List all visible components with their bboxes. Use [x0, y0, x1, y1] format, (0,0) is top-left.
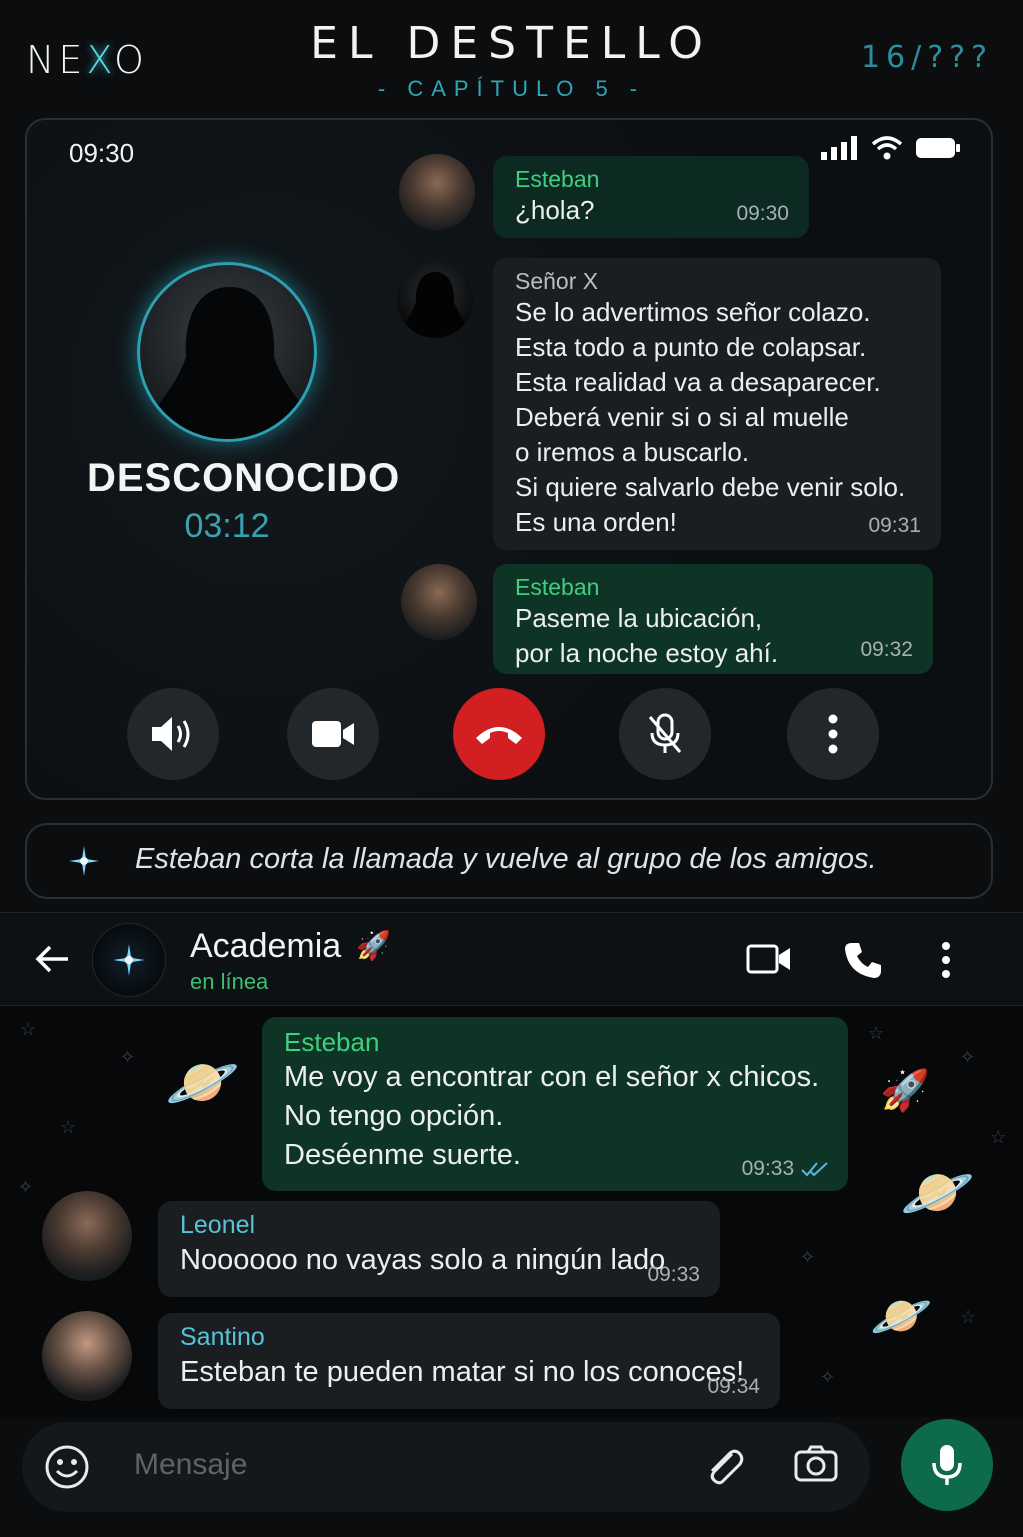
- message-time: 09:33: [647, 1263, 700, 1286]
- message-text: Esta todo a punto de colapsar.: [515, 332, 867, 362]
- message-time: 09:34: [707, 1375, 760, 1398]
- mic-off-icon: [648, 713, 682, 753]
- camera-icon[interactable]: [794, 1444, 838, 1484]
- message-sender: Esteban: [515, 166, 600, 192]
- call-duration: 03:12: [184, 507, 270, 545]
- chapter-label: - CAPÍTULO 5 -: [377, 76, 646, 101]
- message-sender: Señor X: [515, 268, 599, 294]
- doodle-star-icon: ✧: [120, 1047, 136, 1067]
- message-text: por la noche estoy ahí.: [515, 638, 779, 668]
- message-time: 09:33: [742, 1157, 830, 1181]
- hooded-figure-icon: [403, 272, 467, 338]
- message-bubble: Santino Esteban te pueden matar si no lo…: [158, 1313, 780, 1409]
- status-bar-icons: [821, 136, 961, 160]
- end-call-icon: [476, 727, 522, 744]
- group-name[interactable]: Academia: [190, 927, 341, 966]
- voice-record-button[interactable]: [901, 1419, 993, 1511]
- caller-info: DESCONOCIDO 03:12: [87, 262, 401, 546]
- chat-messages: ☆ ✧ ☆ 🪐 ✧ ☆ ✧ 🚀 🪐 ☆ ✧ 🪐 ☆ ✧ Esteban Me v…: [0, 1007, 1023, 1417]
- comic-header: NEXO EL DESTELLO - CAPÍTULO 5 - 16/???: [0, 0, 1023, 112]
- speaker-button[interactable]: [127, 688, 219, 780]
- message-time: 09:31: [868, 514, 921, 537]
- message-bubble: Señor X Se lo advertimos señor colazo. E…: [493, 258, 941, 550]
- call-screen: 09:30 DESCONOCIDO 03:12 Esteban ¿hola? 0…: [25, 118, 993, 800]
- doodle-star-icon: ☆: [20, 1019, 37, 1039]
- doodle-star-icon: ☆: [960, 1307, 977, 1327]
- phone-icon[interactable]: [844, 941, 882, 979]
- video-button[interactable]: [287, 688, 379, 780]
- message-text: Deberá venir si o si al muelle: [515, 402, 849, 432]
- message-text: Paseme la ubicación,: [515, 603, 763, 633]
- message-sender: Esteban: [284, 1027, 380, 1057]
- message-bubble: Esteban Me voy a encontrar con el señor …: [262, 1017, 848, 1191]
- message-text: Me voy a encontrar con el señor x chicos…: [284, 1061, 820, 1093]
- message-sender: Leonel: [180, 1211, 256, 1239]
- message-text: Se lo advertimos señor colazo.: [515, 297, 871, 327]
- online-status: en línea: [190, 969, 269, 994]
- message-text: o iremos a buscarlo.: [515, 437, 750, 467]
- message-bubble: Esteban Paseme la ubicación, por la noch…: [493, 564, 933, 674]
- message-bubble: Leonel Noooooo no vayas solo a ningún la…: [158, 1201, 720, 1297]
- narration-text: Esteban corta la llamada y vuelve al gru…: [135, 843, 877, 875]
- chat-header: Academia 🚀 en línea: [0, 912, 1023, 1006]
- message-text: Noooooo no vayas solo a ningún lado: [180, 1244, 666, 1276]
- speaker-icon: [152, 717, 190, 751]
- mute-button[interactable]: [619, 688, 711, 780]
- message-time: 09:32: [860, 638, 913, 661]
- message-text: Si quiere salvarlo debe venir solo.: [515, 472, 906, 502]
- hooded-figure-icon: [158, 287, 302, 439]
- signal-icon: [821, 136, 857, 160]
- doodle-planet-icon: 🪐: [870, 1288, 933, 1344]
- santino-avatar: [42, 1311, 132, 1401]
- more-options-button[interactable]: [787, 688, 879, 780]
- page-counter: 16/???: [860, 40, 993, 75]
- doodle-star-icon: ✧: [820, 1367, 836, 1387]
- double-check-icon: [801, 1162, 828, 1177]
- sparkle-icon: [113, 944, 145, 976]
- message-sender: Santino: [180, 1323, 265, 1351]
- esteban-avatar: [401, 564, 477, 640]
- message-time: 09:30: [736, 202, 789, 225]
- message-time-value: 09:33: [741, 1157, 795, 1180]
- message-text: No tengo opción.: [284, 1100, 504, 1132]
- doodle-star-icon: ✧: [960, 1047, 976, 1067]
- doodle-star-icon: ✧: [18, 1177, 34, 1197]
- call-controls: [127, 688, 887, 780]
- battery-icon: [916, 138, 960, 158]
- unknown-caller-avatar: [137, 262, 317, 442]
- senor-x-avatar: [397, 262, 473, 338]
- wifi-icon: [871, 136, 903, 160]
- rocket-icon: 🚀: [356, 930, 391, 961]
- emoji-icon[interactable]: [44, 1444, 90, 1490]
- doodle-star-icon: ✧: [800, 1247, 816, 1267]
- message-sender: Esteban: [515, 574, 600, 600]
- group-avatar[interactable]: [92, 923, 166, 997]
- message-text: Esteban te pueden matar si no los conoce…: [180, 1356, 745, 1388]
- doodle-star-icon: ☆: [868, 1023, 885, 1043]
- doodle-star-icon: ☆: [60, 1117, 77, 1137]
- attach-icon[interactable]: [702, 1444, 746, 1488]
- caller-name: DESCONOCIDO: [87, 456, 401, 500]
- more-icon: [828, 714, 838, 754]
- doodle-rocket-icon: 🚀: [880, 1069, 930, 1113]
- doodle-star-icon: ☆: [990, 1127, 1007, 1147]
- esteban-avatar: [399, 154, 475, 230]
- leonel-avatar: [42, 1191, 132, 1281]
- message-text: Es una orden!: [515, 507, 677, 537]
- end-call-button[interactable]: [453, 688, 545, 780]
- message-input[interactable]: Mensaje: [134, 1448, 247, 1482]
- video-call-icon[interactable]: [746, 943, 792, 975]
- message-bubble: Esteban ¿hola? 09:30: [493, 156, 809, 238]
- menu-dots-icon[interactable]: [940, 941, 952, 979]
- sparkle-icon: [69, 846, 99, 876]
- video-icon: [312, 721, 354, 747]
- message-input-bar: Mensaje: [22, 1422, 870, 1512]
- narration-box: Esteban corta la llamada y vuelve al gru…: [25, 823, 993, 899]
- status-bar-time: 09:30: [69, 138, 135, 168]
- message-text: Esta realidad va a desaparecer.: [515, 367, 881, 397]
- microphone-icon: [932, 1445, 962, 1485]
- doodle-planet-icon: 🪐: [900, 1159, 975, 1226]
- doodle-planet-icon: 🪐: [165, 1049, 240, 1116]
- back-arrow-icon[interactable]: [34, 943, 70, 975]
